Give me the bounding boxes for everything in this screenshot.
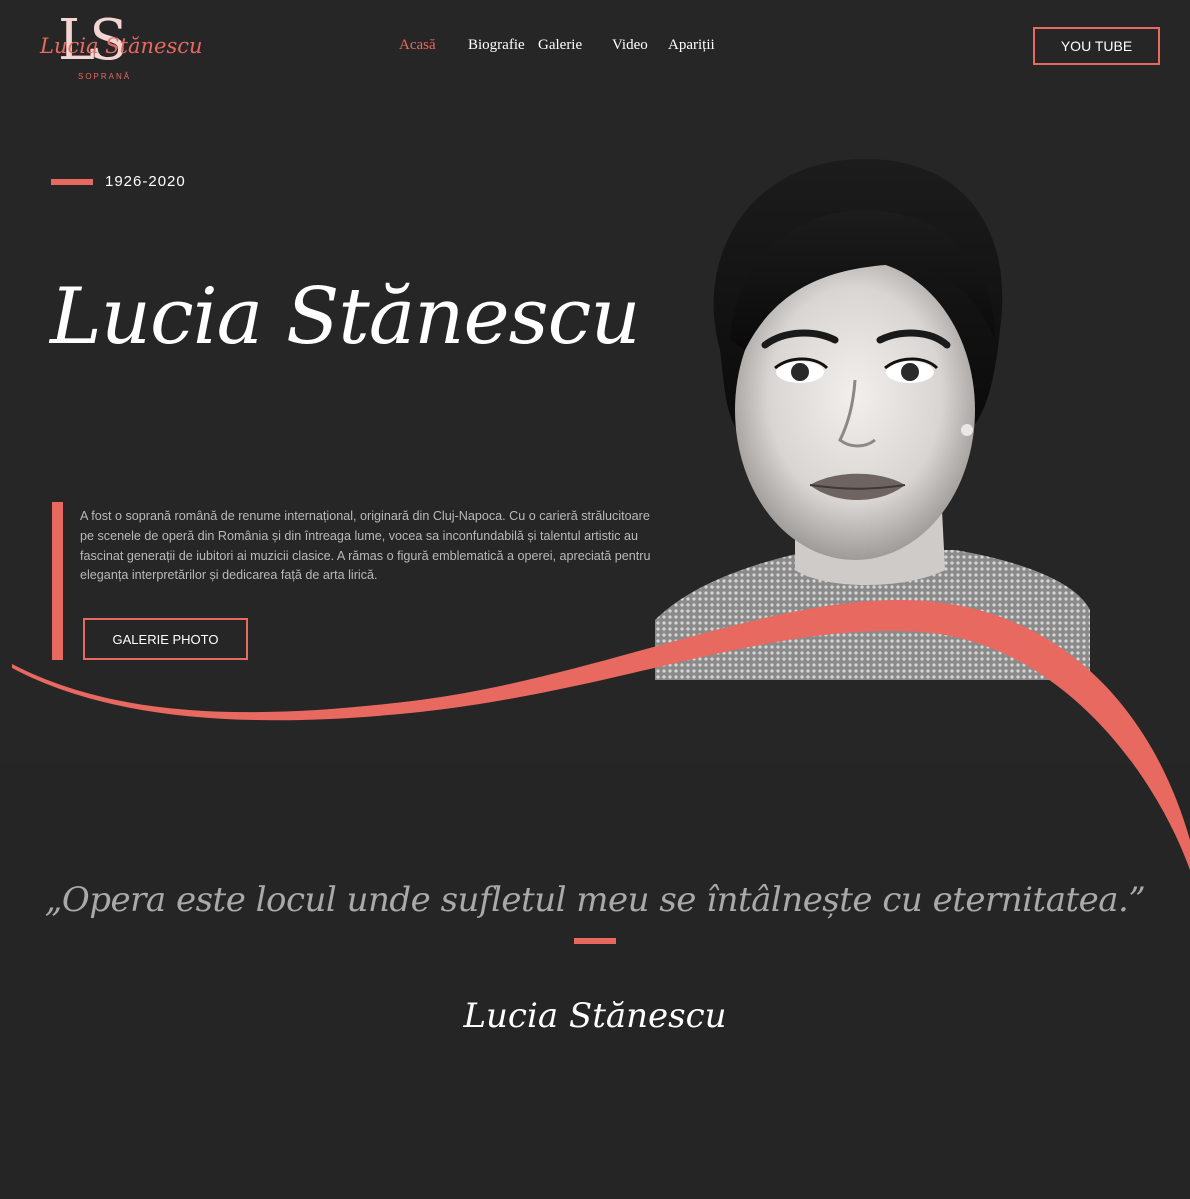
date-accent-bar xyxy=(51,179,93,185)
quote-signature: Lucia Stănescu xyxy=(463,996,727,1036)
youtube-button[interactable]: YOU TUBE xyxy=(1033,27,1160,65)
nav-item-galerie[interactable]: Galerie xyxy=(538,37,582,54)
nav-item-aparitii[interactable]: Apariții xyxy=(668,37,715,54)
life-years: 1926-2020 xyxy=(105,173,186,190)
logo-subtitle: SOPRANĂ xyxy=(78,72,132,81)
intro-text: A fost o soprană română de renume intern… xyxy=(80,509,651,583)
logo-script-name: Lucia Stănescu xyxy=(40,34,203,58)
quote-text: „Opera este locul unde sufletul meu se î… xyxy=(44,880,1146,920)
site-logo[interactable]: LS Lucia Stănescu SOPRANĂ xyxy=(40,10,203,84)
hero-title: Lucia Stănescu xyxy=(50,272,641,362)
decorative-wave xyxy=(12,600,1190,870)
nav-item-video[interactable]: Video xyxy=(612,37,648,54)
nav-item-acasa[interactable]: Acasă xyxy=(399,37,436,54)
nav-item-biografie[interactable]: Biografie xyxy=(468,37,525,54)
quote-accent-bar xyxy=(574,938,616,944)
